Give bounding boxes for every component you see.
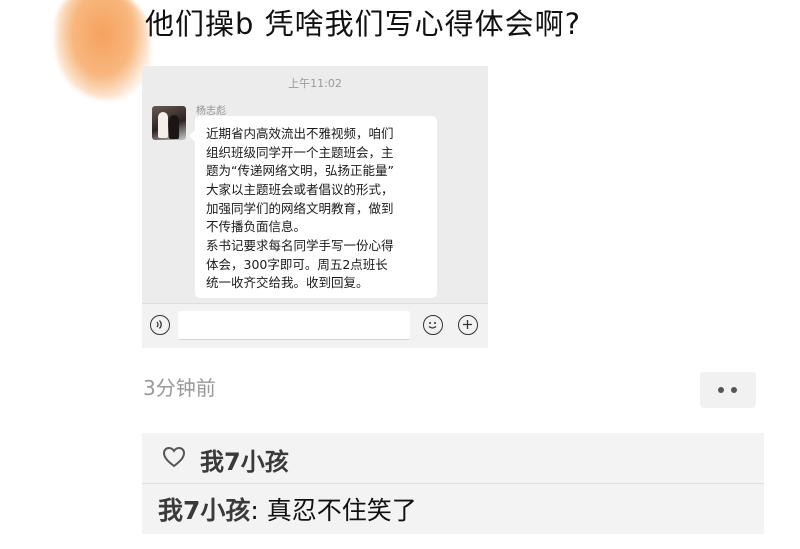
avatar-figure [169, 115, 179, 139]
heart-icon [162, 446, 186, 468]
comment-text: 真忍不住笑了 [266, 496, 417, 525]
chat-input-bar [142, 303, 488, 348]
message-line: 题为“传递网络文明，弘扬正能量” [206, 163, 394, 178]
comment-line: 我7小孩: 真忍不住笑了 [158, 491, 417, 527]
liker-name[interactable]: 我7小孩 [200, 442, 289, 477]
message-line: 加强同学们的网络文明教育，做到 [206, 201, 394, 216]
more-dot-icon [731, 387, 737, 393]
more-dot-icon [718, 387, 724, 393]
message-line: 大家以主题班会或者倡议的形式， [206, 182, 394, 197]
message-line: 不传播负面信息。 [206, 219, 307, 234]
comment-separator: : [250, 496, 267, 525]
likes-section: 我7小孩 [142, 433, 764, 484]
poster-avatar[interactable] [55, 0, 150, 100]
sender-name: 杨志彪 [196, 106, 226, 117]
chat-timestamp: 上午11:02 [288, 77, 342, 90]
plus-icon[interactable] [458, 315, 478, 335]
chat-screenshot-image[interactable]: 上午11:02 杨志彪 近期省内高效流出不雅视频，咱们 组织班级同学开一个主题班… [142, 66, 488, 348]
post-time: 3分钟前 [143, 376, 216, 400]
message-input[interactable] [178, 311, 410, 340]
message-line: 组织班级同学开一个主题班会，主 [206, 145, 394, 160]
post-text: 他们操b 凭啥我们写心得体会啊? [145, 7, 582, 41]
comment-author[interactable]: 我7小孩 [158, 496, 250, 525]
voice-icon[interactable] [150, 315, 170, 335]
sender-avatar [152, 106, 186, 140]
bottom-fade [0, 535, 800, 549]
message-line: 系书记要求每名同学手写一份心得 [206, 238, 394, 253]
comment-item[interactable]: 我7小孩: 真忍不住笑了 [142, 484, 764, 534]
message-line: 体会，300字即可。周五2点班长 [206, 257, 388, 272]
message-line: 统一收齐交给我。收到回复。 [206, 275, 369, 290]
message-bubble: 近期省内高效流出不雅视频，咱们 组织班级同学开一个主题班会，主 题为“传递网络文… [189, 116, 437, 298]
avatar-figure [158, 112, 168, 138]
message-line: 近期省内高效流出不雅视频，咱们 [206, 126, 394, 141]
emoji-icon[interactable] [423, 315, 443, 335]
more-actions-button[interactable] [700, 372, 756, 408]
